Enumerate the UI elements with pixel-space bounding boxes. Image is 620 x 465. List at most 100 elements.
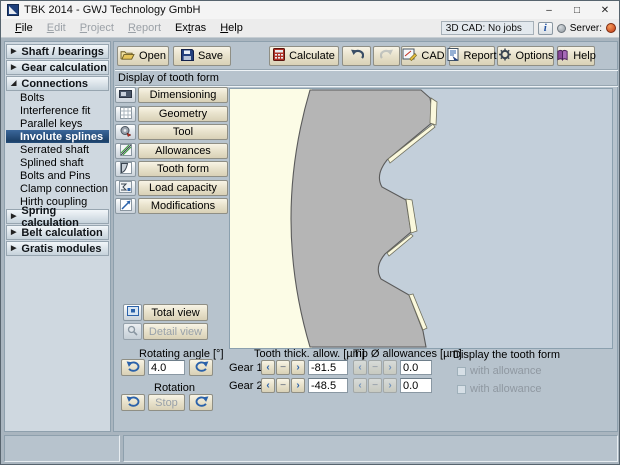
info-button[interactable]: i <box>538 22 553 35</box>
load-capacity-icon-button[interactable] <box>115 180 136 196</box>
allowances-button[interactable]: Allowances <box>138 143 228 159</box>
tooth-form-canvas[interactable] <box>229 88 613 349</box>
rotate-ccw-button[interactable] <box>121 359 145 376</box>
toolbar-separator <box>115 69 618 71</box>
rotation-ccw-button[interactable] <box>121 394 145 411</box>
report-button[interactable]: Report <box>449 46 495 66</box>
tip1-decrement-button: ‹ <box>353 360 367 375</box>
redo-button <box>373 46 400 66</box>
geometry-icon-button[interactable] <box>115 106 136 122</box>
tip1-reset-button: − <box>368 360 382 375</box>
gear2-reset-button[interactable]: − <box>276 378 290 393</box>
options-label: Options <box>516 50 554 62</box>
tip2-allowance-input[interactable] <box>400 378 432 393</box>
tool-button[interactable]: Tool <box>138 124 228 140</box>
total-view-button[interactable]: Total view <box>143 304 208 321</box>
chevron-right-icon: ▶ <box>11 245 16 252</box>
gear1-decrement-button[interactable]: ‹ <box>261 360 275 375</box>
tool-icon-button[interactable] <box>115 124 136 140</box>
sidebar-category-shaft-bearings[interactable]: ▶ Shaft / bearings <box>6 44 109 59</box>
open-button[interactable]: Open <box>117 46 169 66</box>
with-allowance-label-1: with allowance <box>470 365 542 377</box>
category-label: Spring calculation <box>21 205 108 229</box>
cad-drawing-icon <box>402 48 417 64</box>
gear1-increment-button[interactable]: › <box>291 360 305 375</box>
geometry-button[interactable]: Geometry <box>138 106 228 122</box>
menu-extras[interactable]: Extras <box>168 20 213 36</box>
gear1-reset-button[interactable]: − <box>276 360 290 375</box>
sidebar-category-spring-calculation[interactable]: ▶ Spring calculation <box>6 209 109 224</box>
category-label: Shaft / bearings <box>21 46 104 58</box>
save-disk-icon <box>181 49 194 64</box>
gear-icon <box>498 48 512 64</box>
tooth-form-icon-button[interactable] <box>115 161 136 177</box>
chevron-expanded-icon: ◢ <box>11 80 16 87</box>
sidebar-item-involute-splines[interactable]: Involute splines <box>6 130 109 143</box>
total-view-icon-button[interactable] <box>123 304 142 321</box>
tip2-increment-button: › <box>383 378 397 393</box>
sidebar-category-gear-calculation[interactable]: ▶ Gear calculation <box>6 60 109 75</box>
chevron-right-icon: ▶ <box>11 48 16 55</box>
detail-view-button: Detail view <box>143 323 208 340</box>
dimensioning-icon-button[interactable] <box>115 87 136 103</box>
app-icon <box>7 4 19 16</box>
rotate-cw-icon <box>194 395 209 410</box>
gear2-increment-button[interactable]: › <box>291 378 305 393</box>
sidebar-item-bolts[interactable]: Bolts <box>6 91 109 104</box>
options-button[interactable]: Options <box>497 46 554 66</box>
undo-button[interactable] <box>342 46 371 66</box>
magnifier-icon <box>127 325 138 339</box>
allowances-icon <box>120 144 132 159</box>
rotating-angle-input[interactable] <box>148 360 185 375</box>
calculate-button[interactable]: Calculate <box>269 46 339 66</box>
save-button[interactable]: Save <box>173 46 231 66</box>
tooth-form-button[interactable]: Tooth form <box>138 161 228 177</box>
open-label: Open <box>139 50 166 62</box>
maximize-button[interactable]: □ <box>563 1 591 19</box>
sidebar-item-serrated-shaft[interactable]: Serrated shaft <box>6 143 109 156</box>
load-capacity-button[interactable]: Load capacity <box>138 180 228 196</box>
gear1-allowance-input[interactable] <box>308 360 348 375</box>
save-label: Save <box>198 50 223 62</box>
menu-file[interactable]: File <box>8 20 40 36</box>
category-label: Gratis modules <box>21 243 101 255</box>
sidebar-item-splined-shaft[interactable]: Splined shaft <box>6 156 109 169</box>
modifications-button[interactable]: Modifications <box>138 198 228 214</box>
redo-icon <box>380 49 394 63</box>
rotate-cw-button[interactable] <box>189 359 213 376</box>
gear2-decrement-button[interactable]: ‹ <box>261 378 275 393</box>
dimensioning-button[interactable]: Dimensioning <box>138 87 228 103</box>
cad-status-indicator <box>557 24 566 33</box>
tip1-allowance-input[interactable] <box>400 360 432 375</box>
modifications-icon-button[interactable] <box>115 198 136 214</box>
folder-open-icon <box>120 49 135 64</box>
grid-icon <box>120 107 132 122</box>
status-panel-right <box>123 435 618 462</box>
sidebar-category-connections[interactable]: ◢ Connections <box>6 76 109 91</box>
title-bar: TBK 2014 - GWJ Technology GmbH – □ ✕ <box>1 1 619 19</box>
sidebar-category-gratis-modules[interactable]: ▶ Gratis modules <box>6 241 109 256</box>
tooth-form-curve-icon <box>120 162 132 177</box>
allowances-icon-button[interactable] <box>115 143 136 159</box>
sidebar-item-interference-fit[interactable]: Interference fit <box>6 104 109 117</box>
sidebar-item-bolts-and-pins[interactable]: Bolts and Pins <box>6 169 109 182</box>
navigation-sidebar: ▶ Shaft / bearings ▶ Gear calculation ◢ … <box>4 41 111 432</box>
rotation-cw-button[interactable] <box>189 394 213 411</box>
sidebar-item-clamp-connection[interactable]: Clamp connection <box>6 182 109 195</box>
sidebar-item-parallel-keys[interactable]: Parallel keys <box>6 117 109 130</box>
tip-allowances-header: Tip Ø allowances [µm] <box>353 348 462 360</box>
chevron-right-icon: ▶ <box>11 64 16 71</box>
tip1-increment-button: › <box>383 360 397 375</box>
menu-report: Report <box>121 20 168 36</box>
close-button[interactable]: ✕ <box>591 1 619 19</box>
help-button[interactable]: Help <box>557 46 595 66</box>
category-label: Belt calculation <box>21 227 102 239</box>
minimize-button[interactable]: – <box>535 1 563 19</box>
gear2-allowance-input[interactable] <box>308 378 348 393</box>
menu-help[interactable]: Help <box>213 20 250 36</box>
status-panel-left <box>4 435 120 462</box>
cad-button[interactable]: CAD <box>401 46 446 66</box>
calculator-icon <box>273 48 285 64</box>
with-allowance-checkbox-1 <box>457 367 466 376</box>
sidebar-category-belt-calculation[interactable]: ▶ Belt calculation <box>6 225 109 240</box>
